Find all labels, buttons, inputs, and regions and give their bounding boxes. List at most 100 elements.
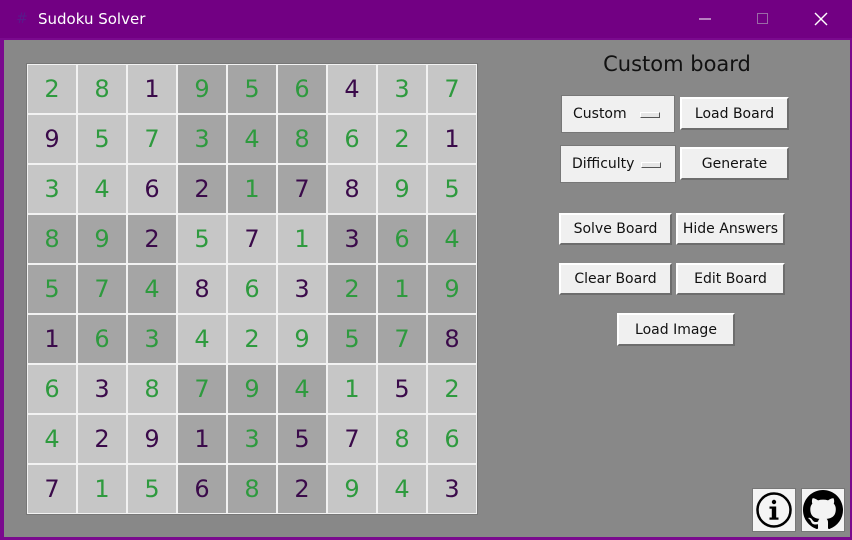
sudoku-cell[interactable]: 8: [427, 314, 477, 364]
sudoku-cell[interactable]: 8: [127, 364, 177, 414]
sudoku-cell[interactable]: 1: [27, 314, 77, 364]
close-icon: [814, 12, 828, 26]
sudoku-cell[interactable]: 1: [177, 414, 227, 464]
sudoku-cell[interactable]: 2: [227, 314, 277, 364]
sudoku-cell[interactable]: 7: [327, 414, 377, 464]
sudoku-cell[interactable]: 3: [177, 114, 227, 164]
sudoku-cell[interactable]: 3: [377, 64, 427, 114]
sudoku-cell[interactable]: 9: [327, 464, 377, 514]
sudoku-cell[interactable]: 8: [27, 214, 77, 264]
sudoku-cell[interactable]: 9: [377, 164, 427, 214]
sudoku-cell[interactable]: 1: [327, 364, 377, 414]
sudoku-cell[interactable]: 5: [177, 214, 227, 264]
sudoku-cell[interactable]: 7: [377, 314, 427, 364]
close-button[interactable]: [798, 0, 844, 38]
sudoku-cell[interactable]: 4: [77, 164, 127, 214]
sudoku-cell[interactable]: 7: [177, 364, 227, 414]
info-button[interactable]: [752, 488, 796, 532]
sudoku-cell[interactable]: 3: [327, 214, 377, 264]
sudoku-cell[interactable]: 8: [177, 264, 227, 314]
sudoku-cell[interactable]: 1: [377, 264, 427, 314]
sudoku-cell[interactable]: 1: [77, 464, 127, 514]
sudoku-cell[interactable]: 3: [27, 164, 77, 214]
sudoku-cell[interactable]: 6: [127, 164, 177, 214]
sudoku-cell[interactable]: 7: [77, 264, 127, 314]
sudoku-cell[interactable]: 8: [77, 64, 127, 114]
sudoku-cell[interactable]: 4: [427, 214, 477, 264]
sudoku-cell[interactable]: 2: [327, 264, 377, 314]
sudoku-cell[interactable]: 5: [277, 414, 327, 464]
load-image-button[interactable]: Load Image: [617, 313, 735, 346]
sudoku-cell[interactable]: 4: [227, 114, 277, 164]
sudoku-cell[interactable]: 1: [127, 64, 177, 114]
title-bar[interactable]: # Sudoku Solver: [0, 0, 852, 38]
sudoku-cell[interactable]: 5: [27, 264, 77, 314]
sudoku-cell[interactable]: 7: [277, 164, 327, 214]
sudoku-cell[interactable]: 9: [427, 264, 477, 314]
github-button[interactable]: [801, 488, 845, 532]
sudoku-cell[interactable]: 3: [227, 414, 277, 464]
minimize-button[interactable]: [682, 0, 728, 38]
sudoku-cell[interactable]: 6: [227, 264, 277, 314]
sudoku-cell[interactable]: 5: [227, 64, 277, 114]
solve-board-button[interactable]: Solve Board: [559, 213, 672, 245]
sudoku-cell[interactable]: 4: [127, 264, 177, 314]
sudoku-cell[interactable]: 2: [127, 214, 177, 264]
sudoku-cell[interactable]: 2: [27, 64, 77, 114]
sudoku-cell[interactable]: 2: [77, 414, 127, 464]
sudoku-cell[interactable]: 6: [427, 414, 477, 464]
generate-button[interactable]: Generate: [680, 147, 789, 180]
sudoku-cell[interactable]: 7: [427, 64, 477, 114]
sudoku-cell[interactable]: 1: [227, 164, 277, 214]
sudoku-cell[interactable]: 5: [377, 364, 427, 414]
sudoku-cell[interactable]: 3: [127, 314, 177, 364]
difficulty-dropdown[interactable]: Difficulty: [560, 145, 676, 183]
clear-board-button[interactable]: Clear Board: [559, 263, 672, 295]
sudoku-cell[interactable]: 7: [27, 464, 77, 514]
dropdown-caret-icon: [640, 112, 660, 118]
sudoku-cell[interactable]: 8: [227, 464, 277, 514]
sudoku-cell[interactable]: 9: [177, 64, 227, 114]
sudoku-cell[interactable]: 5: [77, 114, 127, 164]
sudoku-cell[interactable]: 1: [277, 214, 327, 264]
hide-answers-button[interactable]: Hide Answers: [676, 213, 785, 245]
sudoku-cell[interactable]: 6: [77, 314, 127, 364]
sudoku-cell[interactable]: 2: [427, 364, 477, 414]
sudoku-cell[interactable]: 6: [327, 114, 377, 164]
sudoku-cell[interactable]: 8: [277, 114, 327, 164]
maximize-button[interactable]: [740, 0, 786, 38]
difficulty-value: Difficulty: [572, 156, 635, 172]
info-icon: [756, 492, 792, 528]
sudoku-cell[interactable]: 4: [277, 364, 327, 414]
sudoku-cell[interactable]: 7: [127, 114, 177, 164]
sudoku-cell[interactable]: 9: [277, 314, 327, 364]
sudoku-cell[interactable]: 8: [377, 414, 427, 464]
board-type-dropdown[interactable]: Custom: [561, 95, 675, 133]
sudoku-cell[interactable]: 1: [427, 114, 477, 164]
sudoku-cell[interactable]: 6: [377, 214, 427, 264]
sudoku-cell[interactable]: 5: [427, 164, 477, 214]
sudoku-cell[interactable]: 2: [177, 164, 227, 214]
edit-board-button[interactable]: Edit Board: [676, 263, 785, 295]
sudoku-cell[interactable]: 9: [77, 214, 127, 264]
sudoku-cell[interactable]: 3: [77, 364, 127, 414]
sudoku-cell[interactable]: 5: [127, 464, 177, 514]
sudoku-cell[interactable]: 2: [277, 464, 327, 514]
sudoku-cell[interactable]: 8: [327, 164, 377, 214]
sudoku-cell[interactable]: 3: [427, 464, 477, 514]
sudoku-cell[interactable]: 3: [277, 264, 327, 314]
sudoku-cell[interactable]: 6: [277, 64, 327, 114]
load-board-button[interactable]: Load Board: [680, 97, 789, 130]
sudoku-cell[interactable]: 5: [327, 314, 377, 364]
sudoku-cell[interactable]: 4: [177, 314, 227, 364]
sudoku-cell[interactable]: 4: [377, 464, 427, 514]
sudoku-cell[interactable]: 6: [27, 364, 77, 414]
sudoku-cell[interactable]: 2: [377, 114, 427, 164]
sudoku-cell[interactable]: 7: [227, 214, 277, 264]
sudoku-cell[interactable]: 9: [27, 114, 77, 164]
sudoku-cell[interactable]: 9: [227, 364, 277, 414]
sudoku-cell[interactable]: 4: [327, 64, 377, 114]
sudoku-cell[interactable]: 9: [127, 414, 177, 464]
sudoku-cell[interactable]: 4: [27, 414, 77, 464]
sudoku-cell[interactable]: 6: [177, 464, 227, 514]
